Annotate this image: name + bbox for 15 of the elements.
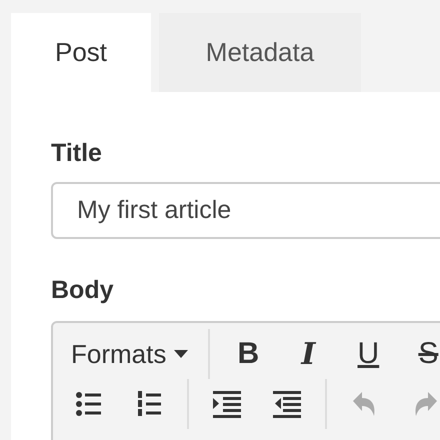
- tab[interactable]: Metadata: [159, 13, 361, 92]
- italic-button[interactable]: I: [278, 331, 338, 378]
- bulleted-list-icon: [75, 390, 103, 418]
- strikethrough-button[interactable]: S: [398, 331, 440, 378]
- formats-dropdown[interactable]: Formats: [59, 331, 200, 378]
- field-label: Title: [51, 138, 102, 169]
- outdent-icon: [273, 390, 301, 418]
- bold-button[interactable]: B: [218, 331, 278, 378]
- underline-button[interactable]: U: [338, 331, 398, 378]
- title-field[interactable]: My first article: [51, 182, 440, 240]
- caret-icon: [174, 350, 188, 358]
- numbered-list-icon: [135, 390, 163, 418]
- tab[interactable]: Post: [11, 13, 151, 92]
- indent-icon: [213, 390, 241, 418]
- field-label: Body: [51, 275, 114, 306]
